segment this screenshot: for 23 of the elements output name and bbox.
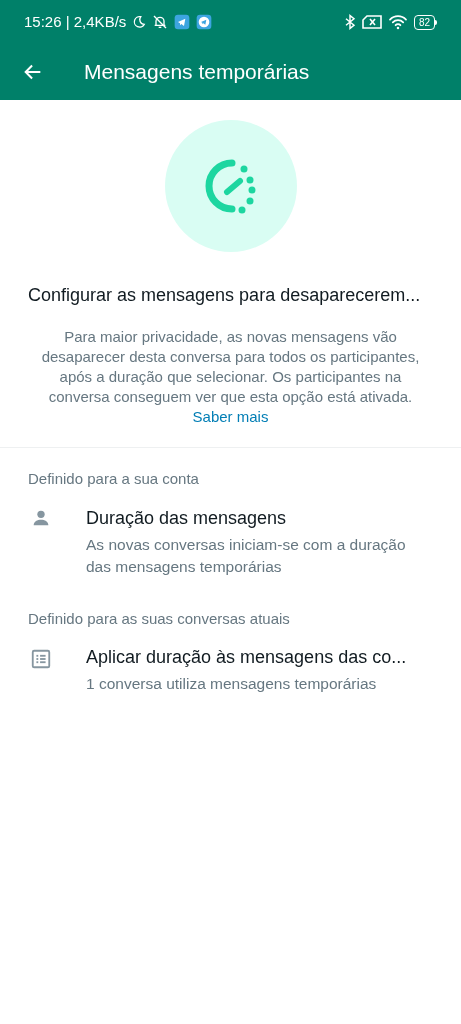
status-time: 15:26 | 2,4KB/s bbox=[24, 11, 127, 32]
settings-item[interactable]: Duração das mensagens As novas conversas iniciam-se com a duração das mensagens temporárias bbox=[0, 490, 461, 588]
wifi-icon bbox=[387, 14, 408, 30]
battery-icon: 82 bbox=[413, 14, 437, 30]
heading: Configurar as mensagens para desaparecerem... bbox=[27, 284, 422, 307]
screen-title: Mensagens temporárias bbox=[84, 59, 310, 86]
bluetooth-icon bbox=[343, 14, 356, 30]
item-subtitle: 1 conversa utiliza mensagens temporárias bbox=[86, 674, 378, 694]
telegram-icon bbox=[174, 14, 191, 30]
muted-bell-icon bbox=[152, 14, 169, 30]
section-title: Definido para a sua conta bbox=[27, 469, 200, 489]
item-subtitle: As novas conversas iniciam-se com a duração das mensagens temporárias bbox=[86, 534, 407, 577]
section-title: Definido para as suas conversas atuais bbox=[27, 608, 291, 629]
telegram-icon bbox=[196, 14, 213, 30]
timer-icon bbox=[164, 120, 297, 252]
settings-item[interactable]: Aplicar duração às mensagens das co... 1 conversa utiliza mensagens temporárias bbox=[0, 630, 461, 705]
description: Para maior privacidade, as novas mensagens vão desaparecer desta conversa para todos os participantes, após a duração que selecionar. Os participantes na conversa conseguem ver que esta opção está ativada. Saber mais bbox=[40, 327, 421, 427]
item-title: Duração das mensagens bbox=[86, 506, 288, 530]
moon-icon bbox=[132, 15, 147, 29]
item-title: Aplicar duração às mensagens das co... bbox=[86, 646, 407, 669]
learn-more-link[interactable]: Saber mais bbox=[192, 408, 269, 425]
sim-icon bbox=[361, 15, 382, 29]
list-icon bbox=[30, 648, 52, 670]
